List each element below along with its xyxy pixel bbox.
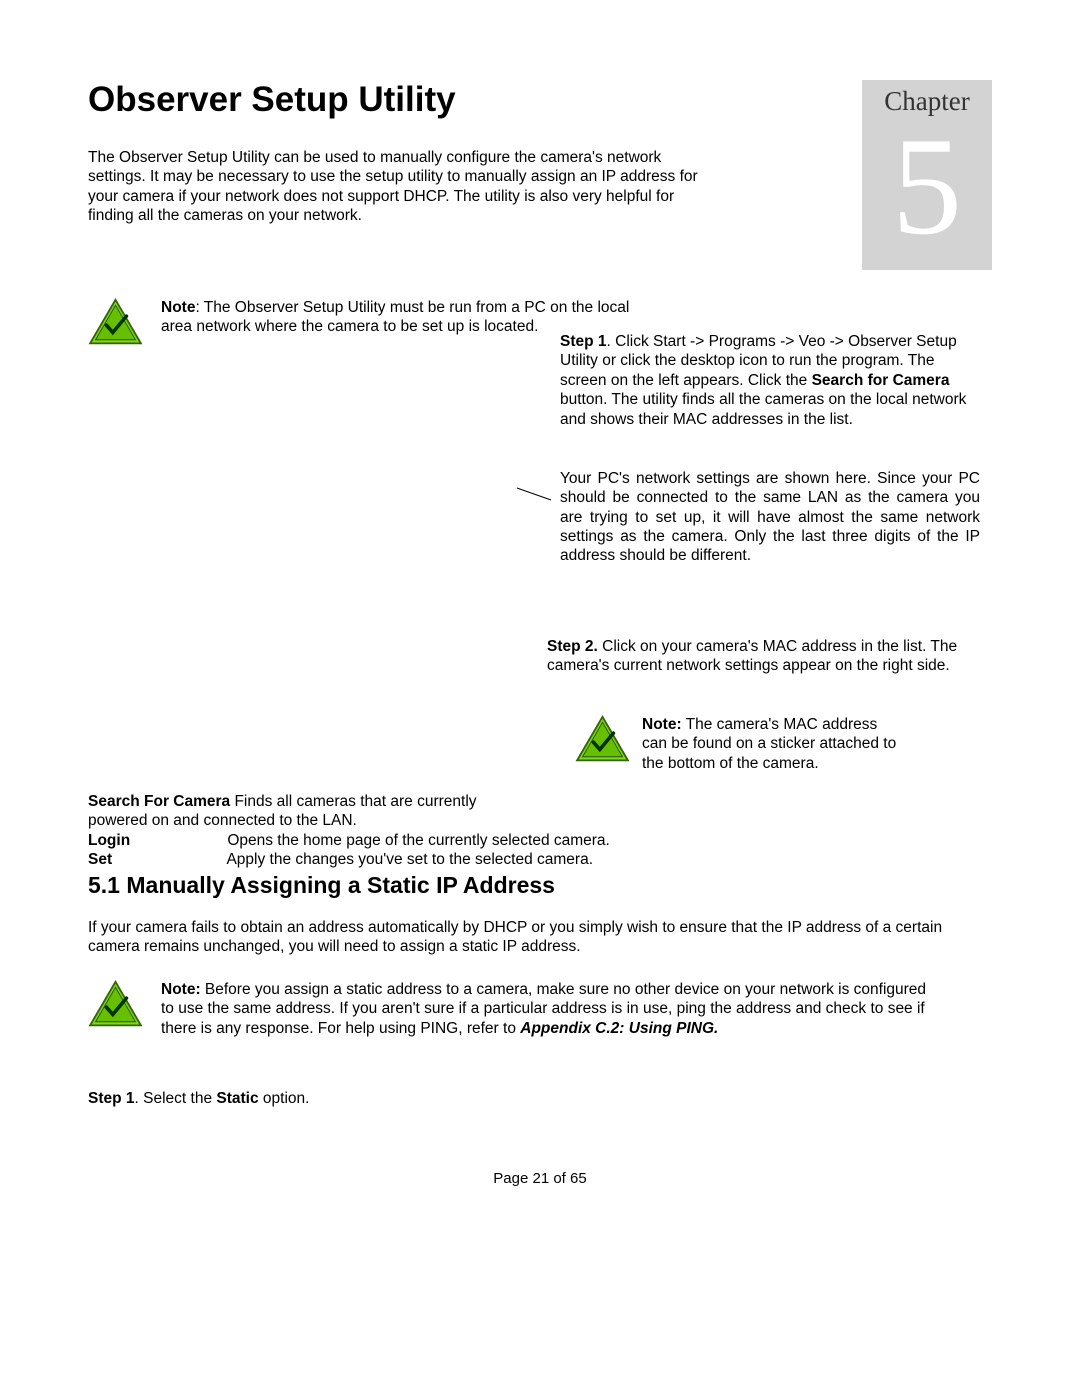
note-2-label: Note:	[642, 716, 682, 733]
step-1b-bold: Static	[216, 1090, 258, 1107]
warning-icon	[88, 980, 143, 1034]
definitions-block: Search For Camera Finds all cameras that…	[88, 792, 828, 870]
note-3-text: Note: Before you assign a static address…	[161, 980, 941, 1038]
intro-paragraph: The Observer Setup Utility can be used t…	[88, 148, 698, 226]
note-2-text: Note: The camera's MAC address can be fo…	[642, 715, 902, 773]
chapter-box: Chapter 5	[862, 80, 992, 270]
def-search-text-b: powered on and connected to the LAN.	[88, 811, 828, 830]
section-5-1-step-1: Step 1. Select the Static option.	[88, 1090, 309, 1108]
step-1-bold-mid: Search for Camera	[812, 372, 950, 389]
note-1-label: Note	[161, 299, 195, 316]
def-search-text-a: Finds all cameras that are currently	[234, 793, 476, 810]
warning-icon	[88, 298, 143, 352]
warning-icon	[575, 715, 630, 769]
section-5-1-heading: 5.1 Manually Assigning a Static IP Addre…	[88, 872, 555, 899]
def-search-label: Search For Camera	[88, 792, 230, 811]
note-3-appendix-ref: Appendix C.2: Using PING.	[520, 1020, 718, 1037]
page-title: Observer Setup Utility	[88, 80, 822, 120]
page-number: Page 21 of 65	[0, 1170, 1080, 1187]
step-1b-text-a: . Select the	[135, 1090, 217, 1107]
step-1b-label: Step 1	[88, 1090, 135, 1107]
step-1-label: Step 1	[560, 333, 607, 350]
pc-settings-paragraph: Your PC's network settings are shown her…	[560, 469, 980, 566]
step-1-paragraph: Step 1. Click Start -> Programs -> Veo -…	[560, 332, 980, 429]
step-1-text-b: button. The utility finds all the camera…	[560, 391, 966, 427]
def-set-label: Set	[88, 850, 223, 869]
step-2-label: Step 2.	[547, 638, 598, 655]
step-2-paragraph: Step 2. Click on your camera's MAC addre…	[547, 637, 967, 676]
def-login-label: Login	[88, 831, 223, 850]
note-1-body: : The Observer Setup Utility must be run…	[161, 299, 629, 335]
section-5-1-intro: If your camera fails to obtain an addres…	[88, 918, 968, 957]
def-set-text: Apply the changes you've set to the sele…	[226, 851, 593, 868]
chapter-number: 5	[862, 117, 992, 257]
step-2-text: Click on your camera's MAC address in th…	[547, 638, 957, 674]
step-1b-text-b: option.	[259, 1090, 310, 1107]
def-login-text: Opens the home page of the currently sel…	[227, 832, 610, 849]
note-3-label: Note:	[161, 981, 201, 998]
note-1-text: Note: The Observer Setup Utility must be…	[161, 298, 661, 337]
pointer-line-icon	[515, 486, 555, 509]
